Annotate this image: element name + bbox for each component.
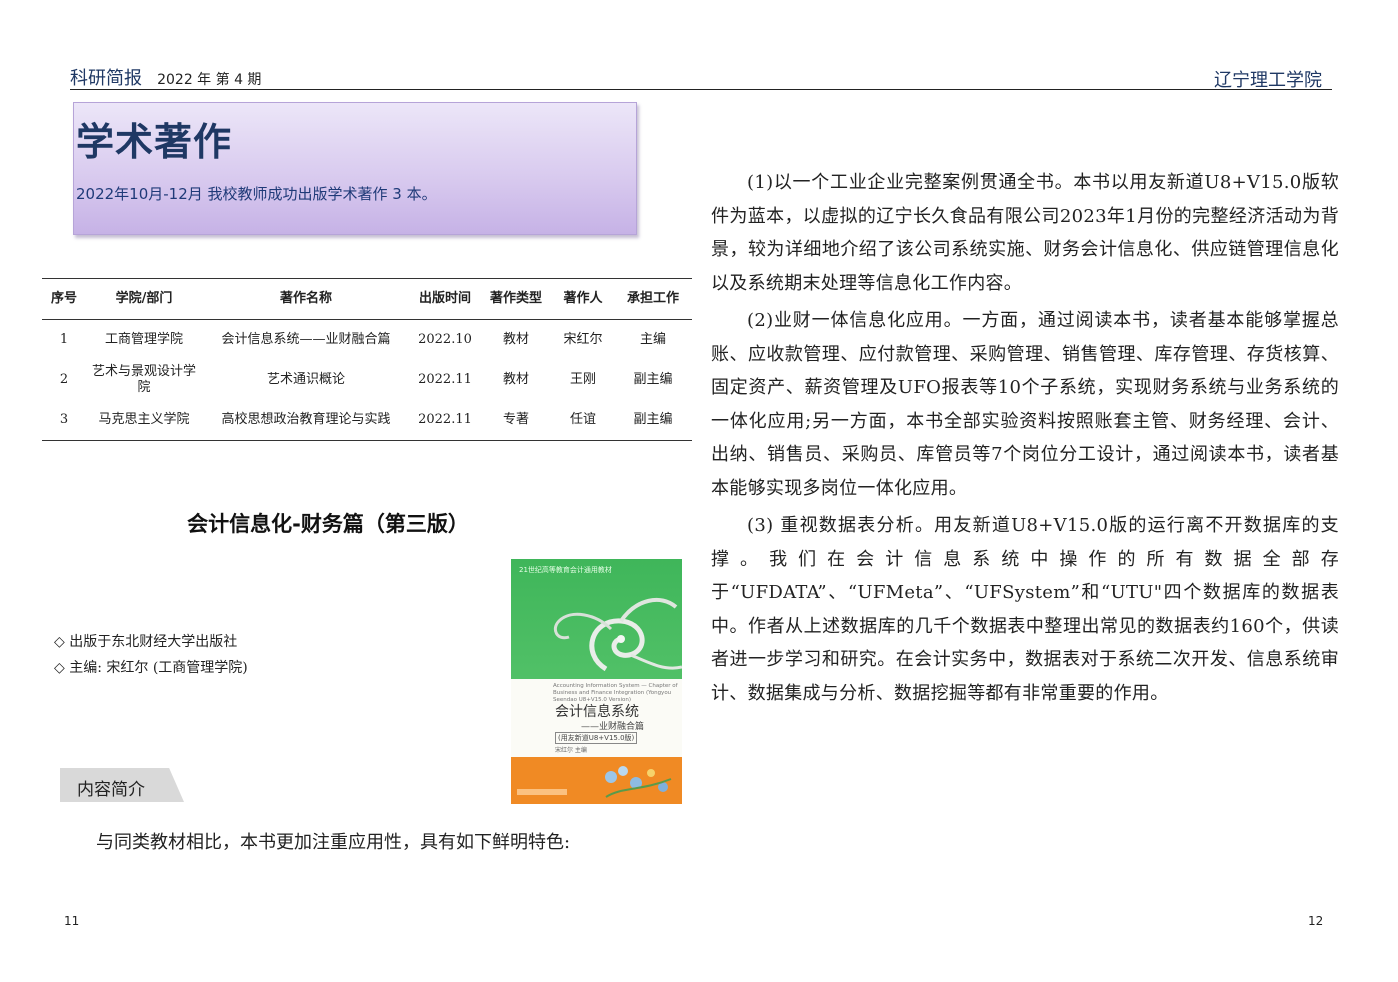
- book-publisher: ◇ 出版于东北财经大学出版社: [54, 634, 238, 650]
- col-header-role: 承担工作: [614, 278, 692, 320]
- book-cover-image: 21世纪高等教育会计通用教材 Accounting Information Sy…: [511, 559, 682, 804]
- book-title: 会计信息化-财务篇（第三版）: [187, 512, 469, 536]
- header-divider: [70, 89, 1332, 90]
- cell-work-title: 艺术通识概论: [266, 372, 345, 387]
- cell-no: 2: [59, 372, 69, 387]
- cell-pub-date: 2022.10: [418, 332, 472, 347]
- cell-author: 宋红尔: [563, 332, 603, 347]
- cover-chinese-title: 会计信息系统: [555, 704, 639, 720]
- table-row: 1 工商管理学院 会计信息系统——业财融合篇 2022.10 教材 宋红尔 主编: [42, 320, 692, 361]
- cell-pub-date: 2022.11: [418, 372, 472, 387]
- table-row: 3 马克思主义学院 高校思想政治教育理论与实践 2022.11 专著 任谊 副主…: [42, 400, 692, 441]
- cell-no: 3: [59, 412, 69, 427]
- cell-work-title: 高校思想政治教育理论与实践: [221, 412, 391, 427]
- col-header-work-type: 著作类型: [480, 278, 552, 320]
- feature-paragraphs: (1)以一个工业企业完整案例贯通全书。本书以用友新道U8+V15.0版软件为蓝本…: [711, 166, 1339, 714]
- cell-college: 马克思主义学院: [98, 412, 190, 427]
- cell-work-type: 专著: [502, 412, 529, 427]
- cover-bottom-band: [511, 757, 682, 804]
- intro-tag: 内容简介: [60, 768, 184, 802]
- feature-paragraph-2: (2)业财一体信息化应用。一方面，通过阅读本书，读者基本能够掌握总账、应收款管理…: [711, 310, 1339, 499]
- cell-role: 副主编: [633, 412, 673, 427]
- cover-edition: (用友新道U8+V15.0版): [555, 732, 638, 744]
- section-title: 学术著作: [76, 120, 233, 164]
- cell-pub-date: 2022.11: [418, 412, 472, 427]
- cell-author: 王刚: [569, 372, 596, 387]
- cell-work-type: 教材: [502, 332, 529, 347]
- col-header-no: 序号: [42, 278, 86, 320]
- feature-paragraph-3: (3) 重视数据表分析。用友新道U8+V15.0版的运行离不开数据库的支撑。我们…: [711, 515, 1339, 704]
- page-number-left: 11: [64, 914, 80, 928]
- cell-role: 主编: [639, 332, 666, 347]
- cover-ornament-icon: [553, 597, 682, 672]
- intro-lead: 与同类教材相比，本书更加注重应用性，具有如下鲜明特色:: [96, 832, 571, 853]
- bulletin-name: 科研简报: [70, 68, 142, 89]
- col-header-pub-date: 出版时间: [410, 278, 480, 320]
- page-number-right: 12: [1308, 914, 1324, 928]
- intro-tag-label: 内容简介: [77, 780, 145, 800]
- cell-college: 艺术与景观设计学院: [91, 364, 196, 395]
- col-header-college: 学院/部门: [86, 278, 202, 320]
- cell-no: 1: [59, 332, 69, 347]
- academic-works-table: 序号 学院/部门 著作名称 出版时间 著作类型 著作人 承担工作 1 工商管理学…: [42, 278, 692, 441]
- cover-flower-icon: [517, 766, 672, 798]
- section-subtitle: 2022年10月-12月 我校教师成功出版学术著作 3 本。: [76, 185, 437, 203]
- table-row: 2 艺术与景观设计学院 艺术通识概论 2022.11 教材 王刚 副主编: [42, 360, 692, 400]
- book-editor: ◇ 主编: 宋红尔 (工商管理学院): [54, 660, 248, 676]
- cover-chinese-subtitle: ——业财融合篇: [581, 722, 645, 732]
- cell-author: 任谊: [569, 412, 596, 427]
- cell-work-title: 会计信息系统——业财融合篇: [221, 332, 391, 347]
- table-header-row: 序号 学院/部门 著作名称 出版时间 著作类型 著作人 承担工作: [42, 278, 692, 320]
- section-title-box: 学术著作 2022年10月-12月 我校教师成功出版学术著作 3 本。: [73, 102, 637, 235]
- col-header-work-title: 著作名称: [202, 278, 410, 320]
- issue-number: 2022 年 第 4 期: [157, 72, 262, 88]
- feature-paragraph-1: (1)以一个工业企业完整案例贯通全书。本书以用友新道U8+V15.0版软件为蓝本…: [711, 172, 1339, 294]
- cover-author: 宋红尔 主编: [555, 747, 587, 754]
- cell-college: 工商管理学院: [104, 332, 183, 347]
- cell-role: 副主编: [633, 372, 673, 387]
- cell-work-type: 教材: [502, 372, 529, 387]
- cover-title-band: Accounting Information System — Chapter …: [511, 679, 682, 757]
- page-header-left: 科研简报 2022 年 第 4 期: [70, 64, 261, 90]
- col-header-author: 著作人: [552, 278, 614, 320]
